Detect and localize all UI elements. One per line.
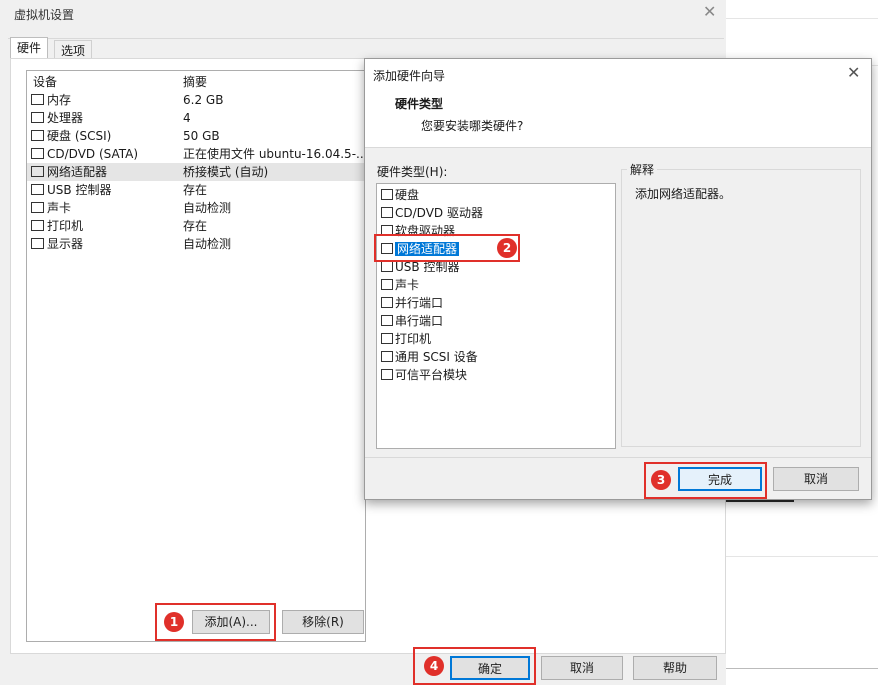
hardware-type-item[interactable]: 并行端口 bbox=[381, 294, 443, 312]
device-row[interactable]: 网络适配器 桥接模式 (自动) bbox=[27, 163, 365, 181]
printer-icon bbox=[31, 220, 44, 231]
device-name: CD/DVD (SATA) bbox=[47, 147, 139, 161]
device-summary: 存在 bbox=[183, 183, 208, 197]
disk-icon bbox=[381, 189, 393, 200]
disk-icon bbox=[31, 130, 44, 141]
network-icon bbox=[31, 166, 44, 177]
sound-icon bbox=[31, 202, 44, 213]
hardware-type-label: 硬件类型(H): bbox=[377, 165, 448, 179]
printer-icon bbox=[381, 333, 393, 344]
help-button[interactable]: 帮助 bbox=[633, 656, 717, 680]
hardware-type-item[interactable]: 声卡 bbox=[381, 276, 419, 294]
device-name: 处理器 bbox=[47, 111, 84, 125]
device-row[interactable]: 处理器 4 bbox=[27, 109, 365, 127]
hardware-type-label: 并行端口 bbox=[395, 296, 444, 310]
dialog-title: 虚拟机设置 bbox=[14, 8, 75, 22]
device-name: USB 控制器 bbox=[47, 183, 112, 197]
finish-button[interactable]: 完成 bbox=[678, 467, 762, 491]
hardware-type-label: USB 控制器 bbox=[395, 260, 460, 274]
device-row[interactable]: 声卡 自动检测 bbox=[27, 199, 365, 217]
ok-button[interactable]: 确定 bbox=[450, 656, 530, 680]
device-name: 声卡 bbox=[47, 201, 72, 215]
column-device: 设备 bbox=[33, 75, 58, 89]
remove-button[interactable]: 移除(R) bbox=[282, 610, 364, 634]
hardware-type-item[interactable]: CD/DVD 驱动器 bbox=[381, 204, 483, 222]
callout-badge-4: 4 bbox=[424, 656, 444, 676]
device-list-header: 设备 摘要 bbox=[27, 73, 365, 91]
explanation-group bbox=[621, 169, 861, 447]
usb-icon bbox=[31, 184, 44, 195]
hardware-type-list[interactable]: 硬盘 CD/DVD 驱动器 软盘驱动器 网络适配器 USB 控制器 声卡 并行端口 串行端口打… bbox=[376, 183, 616, 449]
parallel-port-icon bbox=[381, 297, 393, 308]
add-hardware-wizard: 添加硬件向导 ✕ 硬件类型 您要安装哪类硬件? 硬件类型(H): 硬盘 CD/DV… bbox=[364, 58, 872, 500]
serial-port-icon bbox=[381, 315, 393, 326]
callout-badge-3: 3 bbox=[651, 470, 671, 490]
close-icon[interactable]: ✕ bbox=[847, 63, 860, 82]
device-row[interactable]: 显示器 自动检测 bbox=[27, 235, 365, 253]
device-row[interactable]: 内存 6.2 GB bbox=[27, 91, 365, 109]
hardware-type-label: 串行端口 bbox=[395, 314, 444, 328]
explanation-label: 解释 bbox=[627, 161, 658, 178]
hardware-type-label: 声卡 bbox=[395, 278, 420, 292]
add-button[interactable]: 添加(A)... bbox=[192, 610, 270, 634]
close-icon[interactable]: ✕ bbox=[703, 2, 716, 21]
device-summary: 50 GB bbox=[183, 129, 220, 143]
hardware-type-item[interactable]: 打印机 bbox=[381, 330, 431, 348]
callout-badge-2: 2 bbox=[497, 238, 517, 258]
device-name: 内存 bbox=[47, 93, 72, 107]
hardware-type-label: CD/DVD 驱动器 bbox=[395, 206, 483, 220]
hardware-type-item[interactable]: 可信平台模块 bbox=[381, 366, 467, 384]
device-summary: 桥接模式 (自动) bbox=[183, 165, 269, 179]
device-summary: 4 bbox=[183, 111, 191, 125]
hardware-type-label: 打印机 bbox=[395, 332, 432, 346]
header-divider bbox=[365, 147, 871, 148]
hardware-type-label: 通用 SCSI 设备 bbox=[395, 350, 478, 364]
scsi-icon bbox=[381, 351, 393, 362]
device-name: 显示器 bbox=[47, 237, 84, 251]
hardware-type-label: 可信平台模块 bbox=[395, 368, 468, 382]
sound-icon bbox=[381, 279, 393, 290]
cd-icon bbox=[381, 207, 393, 218]
device-summary: 存在 bbox=[183, 219, 208, 233]
device-name: 硬盘 (SCSI) bbox=[47, 129, 112, 143]
cpu-icon bbox=[31, 112, 44, 123]
memory-icon bbox=[31, 94, 44, 105]
bg-divider bbox=[726, 668, 878, 669]
cd-icon bbox=[31, 148, 44, 159]
wizard-cancel-button[interactable]: 取消 bbox=[773, 467, 859, 491]
device-summary: 6.2 GB bbox=[183, 93, 224, 107]
explanation-text: 添加网络适配器。 bbox=[635, 187, 732, 201]
display-icon bbox=[31, 238, 44, 249]
device-row[interactable]: CD/DVD (SATA) 正在使用文件 ubuntu-16.04.5-... bbox=[27, 145, 368, 163]
wizard-subheading: 您要安装哪类硬件? bbox=[421, 119, 524, 133]
tab-divider bbox=[8, 38, 724, 39]
hardware-type-item[interactable]: 串行端口 bbox=[381, 312, 443, 330]
cancel-button[interactable]: 取消 bbox=[541, 656, 623, 680]
wizard-title: 添加硬件向导 bbox=[373, 69, 446, 83]
device-summary: 自动检测 bbox=[183, 237, 232, 251]
hardware-type-label: 硬盘 bbox=[395, 188, 420, 202]
device-row[interactable]: 硬盘 (SCSI) 50 GB bbox=[27, 127, 365, 145]
tab-options[interactable]: 选项 bbox=[54, 40, 93, 59]
device-list[interactable]: 设备 摘要 内存 6.2 GB 处理器 4 硬盘 (SCSI) 50 GB CD/DVD (… bbox=[26, 70, 368, 642]
device-row[interactable]: USB 控制器 存在 bbox=[27, 181, 365, 199]
device-summary: 正在使用文件 ubuntu-16.04.5-... bbox=[183, 147, 368, 161]
device-name: 网络适配器 bbox=[47, 165, 108, 179]
bg-divider bbox=[726, 18, 878, 19]
device-summary: 自动检测 bbox=[183, 201, 232, 215]
device-name: 打印机 bbox=[47, 219, 84, 233]
tpm-icon bbox=[381, 369, 393, 380]
device-row[interactable]: 打印机 存在 bbox=[27, 217, 365, 235]
callout-badge-1: 1 bbox=[164, 612, 184, 632]
hardware-type-item[interactable]: 通用 SCSI 设备 bbox=[381, 348, 478, 366]
column-summary: 摘要 bbox=[183, 75, 208, 89]
usb-icon bbox=[381, 261, 393, 272]
wizard-heading: 硬件类型 bbox=[395, 97, 444, 111]
bg-divider bbox=[726, 556, 878, 557]
hardware-type-item[interactable]: 硬盘 bbox=[381, 186, 419, 204]
footer-divider bbox=[365, 457, 871, 458]
tab-hardware[interactable]: 硬件 bbox=[10, 37, 49, 60]
